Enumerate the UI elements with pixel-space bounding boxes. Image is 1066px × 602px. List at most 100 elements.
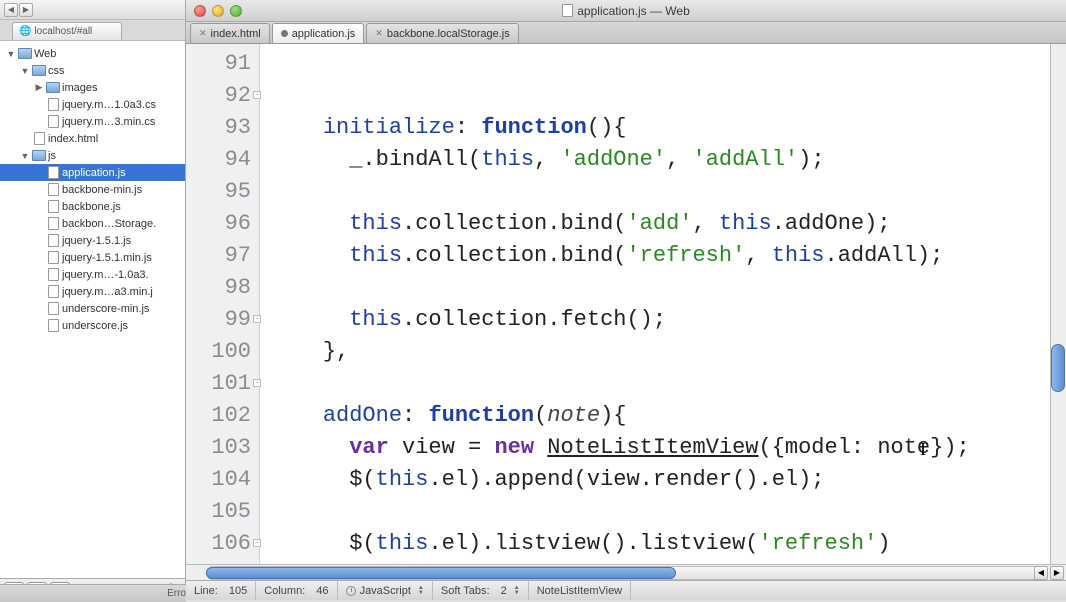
file-icon — [46, 234, 60, 247]
tree-file[interactable]: jquery.m…-1.0a3. — [0, 266, 185, 283]
sidebar-toolbar: ◀ ▶ — [0, 0, 185, 20]
disclosure-arrow-icon[interactable]: ▼ — [6, 49, 16, 59]
line-number[interactable]: 100 — [186, 336, 259, 368]
tree-file[interactable]: backbon…Storage. — [0, 215, 185, 232]
status-softtabs[interactable]: Soft Tabs: 2 ▲▼ — [433, 581, 529, 600]
fold-toggle-icon[interactable]: – — [253, 379, 261, 387]
code-editor[interactable]: 9192–93949596979899–100101–1021031041051… — [186, 44, 1066, 564]
file-icon — [46, 200, 60, 213]
tree-file[interactable]: jquery-1.5.1.min.js — [0, 249, 185, 266]
folder-icon — [32, 149, 46, 162]
status-symbol[interactable]: NoteListItemView — [529, 581, 631, 600]
line-number[interactable]: 101– — [186, 368, 259, 400]
horizontal-scrollbar[interactable]: ◀ ▶ — [186, 564, 1066, 580]
line-number[interactable]: 102 — [186, 400, 259, 432]
line-number[interactable]: 95 — [186, 176, 259, 208]
tree-item-label: js — [48, 150, 56, 162]
folder-icon — [18, 47, 32, 60]
tree-file[interactable]: index.html — [0, 130, 185, 147]
tree-file[interactable]: underscore-min.js — [0, 300, 185, 317]
tree-file[interactable]: backbone.js — [0, 198, 185, 215]
tree-item-label: backbone-min.js — [62, 184, 142, 196]
tree-file[interactable]: jquery.m…a3.min.j — [0, 283, 185, 300]
globe-icon: 🌐 — [19, 26, 31, 37]
close-tab-icon[interactable]: ✕ — [375, 28, 383, 39]
file-icon — [46, 183, 60, 196]
tree-item-label: jquery.m…-1.0a3. — [62, 269, 149, 281]
file-tree[interactable]: ▼Web▼css ▶ images jquery.m…1.0a3.cs jquery.m… — [0, 41, 185, 578]
tree-folder[interactable]: ▼Web — [0, 45, 185, 62]
window-titlebar[interactable]: application.js — Web — [186, 0, 1066, 22]
nav-forward-button[interactable]: ▶ — [19, 3, 33, 17]
vertical-scrollbar[interactable] — [1050, 44, 1066, 564]
line-number[interactable]: 93 — [186, 112, 259, 144]
status-column[interactable]: Column: 46 — [256, 581, 337, 600]
horizontal-scroll-thumb[interactable] — [206, 567, 676, 579]
tree-item-label: jquery.m…a3.min.j — [62, 286, 153, 298]
tree-file[interactable]: jquery-1.5.1.js — [0, 232, 185, 249]
tree-item-label: jquery.m…3.min.cs — [62, 116, 155, 128]
close-tab-icon[interactable]: ✕ — [199, 28, 207, 39]
status-language[interactable]: JavaScript ▲▼ — [338, 581, 433, 600]
fold-toggle-icon[interactable]: – — [253, 91, 261, 99]
tree-item-label: images — [62, 82, 97, 94]
line-number[interactable]: 94 — [186, 144, 259, 176]
folder-icon — [46, 81, 60, 94]
file-icon — [46, 268, 60, 281]
line-number[interactable]: 98 — [186, 272, 259, 304]
editor-area: application.js — Web ✕ index.html applicat… — [186, 0, 1066, 600]
editor-tab[interactable]: ✕ index.html — [190, 23, 270, 43]
tree-item-label: application.js — [62, 167, 126, 179]
disclosure-arrow-icon[interactable]: ▼ — [20, 151, 30, 161]
tree-folder[interactable]: ▼ js — [0, 147, 185, 164]
file-icon — [46, 285, 60, 298]
editor-tab[interactable]: application.js — [272, 23, 365, 43]
file-icon — [46, 251, 60, 264]
sidebar-old-tab[interactable]: 🌐 localhost/#all — [12, 22, 122, 40]
code-content[interactable]: initialize: function(){ _.bindAll(this, … — [260, 44, 1066, 564]
status-line[interactable]: Line: 105 — [186, 581, 256, 600]
fold-toggle-icon[interactable]: – — [253, 539, 261, 547]
tab-label: backbone.localStorage.js — [387, 28, 510, 40]
file-icon — [46, 166, 60, 179]
js-file-icon — [562, 4, 573, 17]
sidebar: ◀ ▶ 🌐 localhost/#all ▼Web▼css ▶ images jque… — [0, 0, 186, 600]
line-number[interactable]: 99– — [186, 304, 259, 336]
file-icon — [46, 302, 60, 315]
tree-item-label: underscore.js — [62, 320, 128, 332]
stepper-icon[interactable]: ▲▼ — [418, 586, 424, 596]
line-number[interactable]: 105 — [186, 496, 259, 528]
fold-toggle-icon[interactable]: – — [253, 315, 261, 323]
tab-label: application.js — [292, 28, 356, 40]
line-number[interactable]: 103 — [186, 432, 259, 464]
file-icon — [46, 98, 60, 111]
tree-file[interactable]: underscore.js — [0, 317, 185, 334]
scroll-left-button[interactable]: ◀ — [1034, 566, 1048, 580]
line-gutter[interactable]: 9192–93949596979899–100101–1021031041051… — [186, 44, 260, 564]
line-number[interactable]: 104 — [186, 464, 259, 496]
editor-tab[interactable]: ✕ backbone.localStorage.js — [366, 23, 518, 43]
line-number[interactable]: 91 — [186, 48, 259, 80]
tab-label: index.html — [211, 28, 261, 40]
line-number[interactable]: 97 — [186, 240, 259, 272]
vertical-scroll-thumb[interactable] — [1051, 344, 1065, 392]
nav-back-button[interactable]: ◀ — [4, 3, 18, 17]
stepper-icon[interactable]: ▲▼ — [514, 586, 520, 596]
tree-file[interactable]: backbone-min.js — [0, 181, 185, 198]
status-bar: Line: 105 Column: 46 JavaScript ▲▼ Soft … — [186, 580, 1066, 600]
line-number[interactable]: 92– — [186, 80, 259, 112]
sidebar-old-tab-label: localhost/#all — [34, 26, 92, 37]
tree-file[interactable]: jquery.m…3.min.cs — [0, 113, 185, 130]
tree-file[interactable]: application.js — [0, 164, 185, 181]
file-icon — [46, 319, 60, 332]
line-number[interactable]: 96 — [186, 208, 259, 240]
scroll-right-button[interactable]: ▶ — [1050, 566, 1064, 580]
tree-file[interactable]: jquery.m…1.0a3.cs — [0, 96, 185, 113]
disclosure-arrow-icon[interactable]: ▶ — [34, 82, 44, 93]
tree-folder[interactable]: ▼css — [0, 62, 185, 79]
tree-item-label: index.html — [48, 133, 98, 145]
disclosure-arrow-icon[interactable]: ▼ — [20, 66, 30, 76]
tree-item-label: underscore-min.js — [62, 303, 149, 315]
tree-folder[interactable]: ▶ images — [0, 79, 185, 96]
line-number[interactable]: 106– — [186, 528, 259, 560]
